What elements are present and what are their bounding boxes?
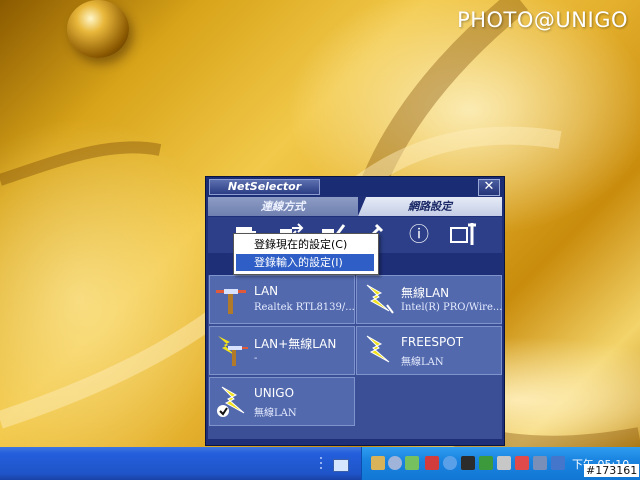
tray-off-icon[interactable] (461, 456, 475, 470)
profile-card-lan-wireless[interactable]: LAN+無線LAN - (209, 326, 355, 375)
context-menu: 登錄現在的設定(C) 登錄輸入的設定(I) (233, 233, 379, 275)
tray-device-icon[interactable] (497, 456, 511, 470)
profile-card-unigo[interactable]: UNIGO 無線LAN (209, 377, 355, 426)
tray-app-icon[interactable] (371, 456, 385, 470)
netselector-window: NetSelector ✕ 連線方式 網路設定 ⓘ LAN Realtek RT… (205, 176, 505, 446)
profile-card-wireless[interactable]: 無線LAN Intel(R) PRO/Wire... (356, 275, 502, 324)
taskbar-grip (320, 457, 322, 469)
tray-network-icon[interactable] (405, 456, 419, 470)
profile-subtitle: Realtek RTL8139/... (254, 302, 355, 313)
tab-connection-method[interactable]: 連線方式 (208, 197, 358, 216)
tab-network-settings[interactable]: 網路設定 (358, 197, 502, 216)
profile-subtitle: 無線LAN (254, 408, 297, 419)
profile-subtitle: - (254, 353, 258, 364)
app-logo: NetSelector (209, 179, 320, 195)
menu-item-register-input[interactable]: 登錄輸入的設定(I) (236, 254, 374, 271)
profile-title: LAN (254, 284, 279, 298)
close-button[interactable]: ✕ (478, 179, 500, 196)
tray-volume-icon[interactable] (551, 456, 565, 470)
lan-icon (216, 289, 246, 314)
profile-subtitle: 無線LAN (401, 357, 444, 368)
info-icon[interactable]: ⓘ (404, 219, 434, 249)
wireless-icon (366, 335, 390, 363)
keyboard-icon[interactable] (333, 459, 349, 472)
profile-list: LAN Realtek RTL8139/... 無線LAN Intel(R) P… (208, 275, 502, 439)
wallpaper-ball (67, 0, 129, 58)
settings-icon[interactable] (448, 219, 478, 249)
tray-eco-icon[interactable] (479, 456, 493, 470)
profile-subtitle: Intel(R) PRO/Wire... (401, 302, 503, 313)
tray-refresh-icon[interactable] (443, 456, 457, 470)
image-id-label: #173161 (584, 464, 640, 477)
watermark-text: PHOTO@UNIGO (457, 8, 628, 32)
profile-title: LAN+無線LAN (254, 337, 337, 351)
tray-disc-icon[interactable] (388, 456, 402, 470)
tray-security-icon[interactable] (425, 456, 439, 470)
profile-title: FREESPOT (401, 335, 464, 349)
wireless-checked-icon (217, 386, 245, 417)
profile-title: 無線LAN (401, 286, 450, 300)
title-bar[interactable]: NetSelector ✕ (206, 177, 504, 196)
profile-title: UNIGO (254, 386, 295, 400)
lan-wireless-icon (218, 336, 248, 366)
tray-alert-icon[interactable] (515, 456, 529, 470)
tab-bar: 連線方式 網路設定 (208, 197, 502, 216)
wireless-icon (366, 284, 394, 314)
tray-monitor-icon[interactable] (533, 456, 547, 470)
menu-item-register-current[interactable]: 登錄現在的設定(C) (236, 236, 374, 253)
profile-card-lan[interactable]: LAN Realtek RTL8139/... (209, 275, 355, 324)
profile-card-freespot[interactable]: FREESPOT 無線LAN (356, 326, 502, 375)
